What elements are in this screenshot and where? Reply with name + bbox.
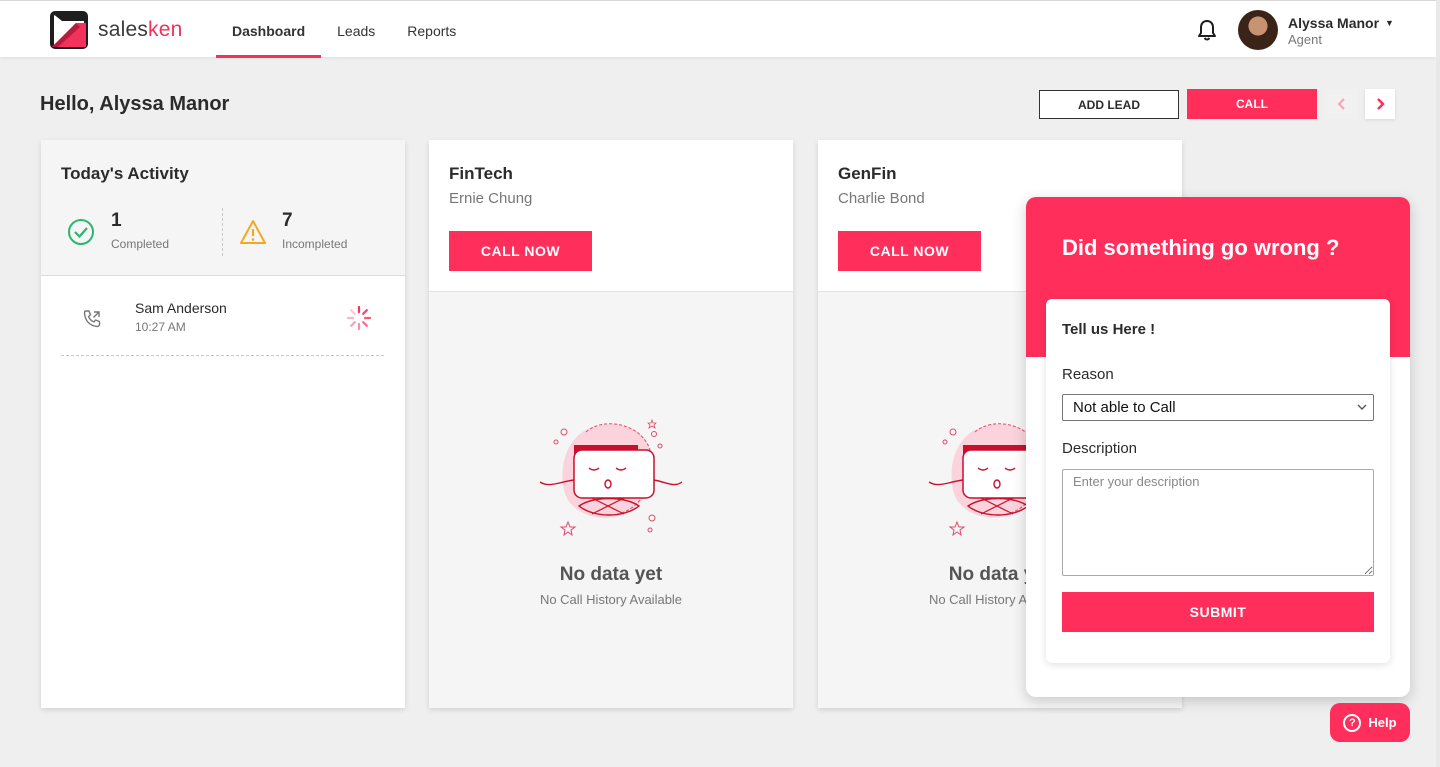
activity-contact-name: Sam Anderson	[135, 300, 227, 316]
user-role: Agent	[1288, 32, 1322, 47]
lead-company: GenFin	[838, 164, 897, 183]
main-nav: Dashboard Leads Reports	[216, 1, 472, 58]
user-avatar[interactable]	[1238, 10, 1278, 50]
nav-reports[interactable]: Reports	[391, 1, 472, 58]
salesken-logo[interactable]: salesken	[50, 11, 183, 49]
lead-person: Charlie Bond	[838, 190, 925, 207]
feedback-title: Did something go wrong ?	[1062, 235, 1340, 260]
feedback-form: Tell us Here ! Reason Not able to Call D…	[1046, 299, 1390, 663]
description-textarea[interactable]	[1062, 469, 1374, 576]
top-navbar: salesken Dashboard Leads Reports Alyssa …	[0, 0, 1436, 58]
description-label: Description	[1062, 440, 1138, 457]
check-circle-icon	[68, 219, 94, 245]
page-scrollbar[interactable]	[1436, 0, 1440, 767]
call-now-button[interactable]: CALL NOW	[449, 231, 592, 271]
incompleted-label: Incompleted	[282, 237, 348, 251]
chevron-left-icon	[1337, 98, 1345, 110]
prev-page-button[interactable]	[1327, 89, 1357, 119]
activity-list-item[interactable]: Sam Anderson 10:27 AM	[61, 298, 384, 356]
help-label: Help	[1368, 715, 1397, 730]
completed-label: Completed	[111, 237, 170, 251]
help-button[interactable]: ? Help	[1330, 703, 1410, 742]
reason-selected-value: Not able to Call	[1073, 399, 1176, 416]
logo-text-ken: ken	[148, 18, 183, 41]
call-button[interactable]: CALL	[1187, 89, 1317, 119]
user-menu[interactable]: Alyssa Manor ▼ Agent	[1288, 15, 1394, 47]
caret-down-icon: ▼	[1385, 18, 1394, 28]
lead-card-header: FinTech Ernie Chung CALL NOW	[429, 140, 793, 292]
logo-text-sales: sales	[98, 18, 149, 41]
notification-bell-icon[interactable]	[1195, 18, 1219, 42]
logo-icon	[50, 11, 88, 49]
next-page-button[interactable]	[1365, 89, 1395, 119]
warning-icon	[240, 220, 266, 244]
activity-time: 10:27 AM	[135, 320, 186, 334]
completed-count: 1	[111, 210, 122, 231]
page-greeting: Hello, Alyssa Manor	[40, 93, 230, 115]
loading-spinner-icon	[346, 305, 372, 331]
stat-divider	[222, 208, 223, 256]
empty-state-title: No data yet	[559, 564, 663, 585]
user-name-row: Alyssa Manor ▼	[1288, 15, 1394, 31]
incompleted-stat: 7 Incompleted	[239, 210, 347, 251]
help-icon: ?	[1343, 713, 1362, 732]
chevron-down-icon	[1357, 404, 1367, 410]
activity-summary: Today's Activity 1 Completed 7 Incomplet…	[41, 140, 405, 276]
incompleted-count: 7	[282, 210, 293, 231]
feedback-subtitle: Tell us Here !	[1062, 321, 1156, 338]
nav-dashboard[interactable]: Dashboard	[216, 1, 322, 58]
add-lead-button[interactable]: ADD LEAD	[1039, 90, 1179, 119]
lead-card-fintech: FinTech Ernie Chung CALL NOW No data yet…	[429, 140, 793, 708]
completed-stat: 1 Completed	[67, 210, 169, 251]
lead-company: FinTech	[449, 164, 513, 183]
feedback-popup: Did something go wrong ? Tell us Here ! …	[1026, 197, 1410, 697]
call-history-empty-state: No data yet No Call History Available	[429, 292, 793, 708]
chevron-right-icon	[1377, 98, 1385, 110]
reason-label: Reason	[1062, 366, 1114, 383]
nav-leads[interactable]: Leads	[321, 1, 391, 58]
submit-button[interactable]: SUBMIT	[1062, 592, 1374, 632]
meditating-illustration-icon	[539, 418, 683, 537]
lead-person: Ernie Chung	[449, 190, 533, 207]
user-name: Alyssa Manor	[1288, 15, 1380, 31]
outgoing-call-icon	[83, 310, 101, 328]
empty-state-subtitle: No Call History Available	[539, 592, 683, 607]
call-now-button[interactable]: CALL NOW	[838, 231, 981, 271]
activity-title: Today's Activity	[61, 164, 189, 183]
reason-select[interactable]: Not able to Call	[1062, 394, 1374, 421]
logo-wordmark: salesken	[98, 18, 183, 42]
todays-activity-card: Today's Activity 1 Completed 7 Incomplet…	[41, 140, 405, 708]
